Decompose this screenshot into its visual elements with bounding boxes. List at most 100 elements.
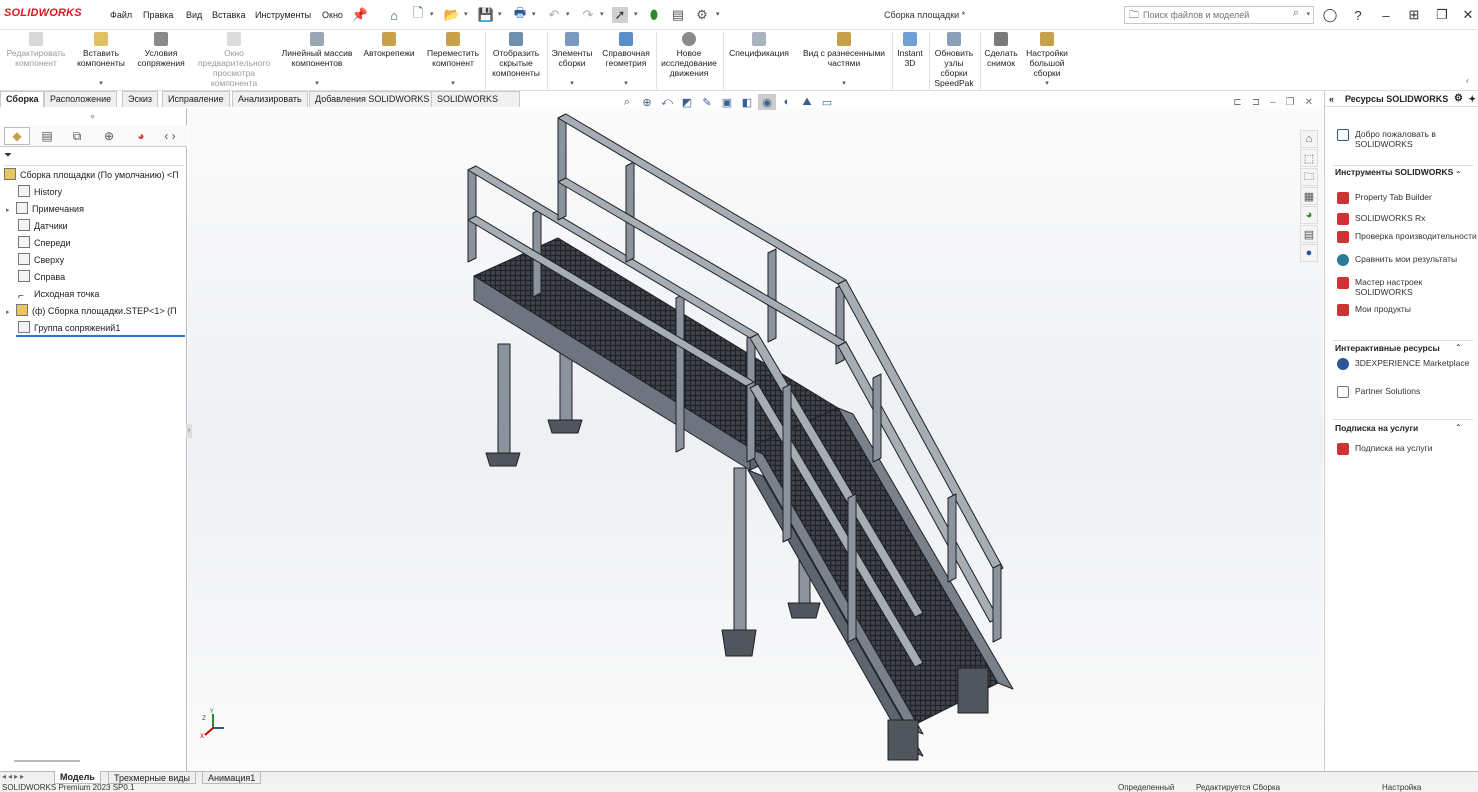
link-3dexperience-marketplace[interactable]: 3DEXPERIENCE Marketplace [1337, 358, 1477, 370]
insert-dropdown-icon[interactable]: ▾ [99, 79, 103, 87]
smart-fasteners-button[interactable]: Автокрепежи [358, 30, 420, 91]
search-icon[interactable]: ⌕ [1293, 7, 1299, 20]
reference-geometry-button[interactable]: Справочная геометрия ▾ [598, 30, 654, 91]
display-manager-tab-icon[interactable]: ◕ [128, 127, 154, 145]
display-style-icon[interactable]: ◧ [738, 94, 756, 110]
viewport-restore-icon[interactable]: ❐ [1286, 97, 1295, 108]
tree-item-origin[interactable]: ⌐ Исходная точка [16, 286, 99, 303]
custom-properties-icon[interactable]: ▤ [1300, 225, 1318, 243]
toolbar-window-icon[interactable]: ⊞ [1404, 6, 1424, 24]
dynamic-annotation-icon[interactable]: ✎ [698, 94, 716, 110]
tree-item-sensors[interactable]: Датчики [16, 218, 68, 235]
link-partner-solutions[interactable]: Partner Solutions [1337, 386, 1477, 398]
zoom-to-area-icon[interactable]: ⊕ [638, 94, 656, 110]
tree-filter[interactable]: ⏷ [4, 150, 184, 166]
large-assembly-settings-button[interactable]: Настройки большой сборки ▾ [1022, 30, 1072, 91]
view-orientation-icon[interactable]: ▣ [718, 94, 736, 110]
tool-compare-results[interactable]: Сравнить мои результаты [1337, 254, 1477, 266]
user-account-icon[interactable]: ◯ [1320, 6, 1340, 24]
minimize-icon[interactable]: – [1376, 6, 1396, 24]
tabs-scroll-icon[interactable]: ‹ › [158, 127, 182, 145]
component-preview-button[interactable]: Окно предварительного просмотра компонен… [192, 30, 276, 91]
graphics-area[interactable]: YZ X ⊏ ⊐ – ❐ ✕ [188, 97, 1323, 771]
tab-evaluate-fix[interactable]: Исправление [162, 91, 230, 107]
solidworks-logo[interactable]: SOLIDWORKS [4, 7, 82, 19]
viewport-split-right-icon[interactable]: ⊐ [1252, 97, 1260, 108]
exploded-dropdown-icon[interactable]: ▾ [842, 79, 846, 87]
tab-layout[interactable]: Расположение [44, 91, 118, 107]
home-icon[interactable]: ⌂ [386, 7, 402, 23]
ribbon-more-icon[interactable]: ‹ [1466, 76, 1469, 85]
tree-item-top-plane[interactable]: Сверху [16, 252, 64, 269]
search-box[interactable]: 🗀 ⌕ ▾ [1124, 6, 1314, 24]
tab-assembly[interactable]: Сборка [0, 91, 45, 107]
pane-pin-icon[interactable]: ✦ [1468, 91, 1476, 107]
file-properties-icon[interactable]: ▤ [670, 7, 686, 23]
show-hidden-components-button[interactable]: Отобразить скрытые компоненты [486, 30, 546, 91]
undo-dropdown-icon[interactable]: ▾ [566, 10, 570, 18]
exploded-view-button[interactable]: Вид с разнесенными частями ▾ [798, 30, 890, 91]
viewport-minimize-icon[interactable]: – [1270, 97, 1276, 108]
resources-home-icon[interactable]: ⌂ [1300, 130, 1318, 148]
open-icon[interactable]: 📂 [444, 7, 460, 23]
geometry-dropdown-icon[interactable]: ▾ [624, 79, 628, 87]
forum-icon[interactable]: ● [1300, 244, 1318, 262]
tree-item-mates[interactable]: Группа сопряжений1 [16, 320, 185, 337]
tab-analyze[interactable]: Анализировать [232, 91, 308, 107]
tab-cam[interactable]: SOLIDWORKS CAM [431, 91, 520, 119]
tab-scroll-arrows-icon[interactable]: ◂◂▸▸ [2, 772, 26, 781]
save-dropdown-icon[interactable]: ▾ [498, 10, 502, 18]
section-view-icon[interactable]: ◩ [678, 94, 696, 110]
pane-settings-icon[interactable]: ⚙ [1454, 91, 1463, 107]
help-icon[interactable]: ? [1348, 6, 1368, 24]
pane-collapse-handle[interactable]: › [186, 424, 192, 438]
previous-view-icon[interactable]: ⤺ [658, 94, 676, 110]
tree-root-assembly[interactable]: Сборка площадки (По умолчанию) <П [2, 167, 179, 184]
new-dropdown-icon[interactable]: ▾ [430, 10, 434, 18]
tool-property-tab-builder[interactable]: Property Tab Builder [1337, 192, 1477, 204]
close-icon[interactable]: ✕ [1458, 6, 1478, 24]
assembly-features-button[interactable]: Элементы сборки ▾ [548, 30, 596, 91]
viewport-close-icon[interactable]: ✕ [1305, 97, 1313, 108]
appearances-icon[interactable]: ◕ [1300, 206, 1318, 224]
expand-arrow-icon[interactable]: ▸ [6, 202, 14, 219]
restore-icon[interactable]: ❐ [1432, 6, 1452, 24]
traffic-light-icon[interactable]: ⬮ [646, 7, 662, 23]
search-input[interactable] [1143, 8, 1293, 22]
view-palette-icon[interactable]: ▦ [1300, 187, 1318, 205]
select-dropdown-icon[interactable]: ▾ [634, 10, 638, 18]
take-snapshot-button[interactable]: Сделать снимок [981, 30, 1021, 91]
tree-item-annotations[interactable]: ▸ Примечания [6, 201, 84, 218]
stair-platform-model[interactable] [188, 108, 1323, 771]
filter-icon[interactable]: ⏷ [4, 150, 12, 161]
edit-component-button[interactable]: Редактировать компонент [4, 30, 68, 91]
edit-appearance-icon[interactable]: ◐ [778, 94, 796, 110]
options-gear-icon[interactable]: ⚙ [694, 7, 710, 23]
menu-tools[interactable]: Инструменты [255, 10, 311, 20]
welcome-link[interactable]: Добро пожаловать в SOLIDWORKS [1337, 129, 1477, 149]
view-settings-icon[interactable]: ▭ [818, 94, 836, 110]
viewport-split-left-icon[interactable]: ⊏ [1233, 97, 1241, 108]
features-dropdown-icon[interactable]: ▾ [570, 79, 574, 87]
feature-tree-tab-icon[interactable]: ◆ [4, 127, 30, 145]
link-subscription[interactable]: Подписка на услуги [1337, 443, 1477, 455]
linear-pattern-button[interactable]: Линейный массив компонентов ▾ [278, 30, 356, 91]
pattern-dropdown-icon[interactable]: ▾ [315, 79, 319, 87]
tool-settings-wizard[interactable]: Мастер настроек SOLIDWORKS [1337, 277, 1477, 297]
design-library-icon[interactable]: ⬚ [1300, 149, 1318, 167]
print-icon[interactable]: 🖶 [512, 5, 528, 23]
apply-scene-icon[interactable]: ⛰ [798, 94, 816, 110]
hide-show-items-icon[interactable]: ◉ [758, 94, 776, 110]
menu-insert[interactable]: Вставка [212, 10, 245, 20]
dimxpert-tab-icon[interactable]: ⊕ [96, 127, 122, 145]
tool-my-products[interactable]: Мои продукты [1337, 304, 1477, 316]
print-dropdown-icon[interactable]: ▾ [532, 10, 536, 18]
zoom-to-fit-icon[interactable]: ⌕ [618, 94, 636, 110]
redo-icon[interactable]: ↷ [580, 7, 596, 23]
tree-item-subassembly[interactable]: ▸ (ф) Сборка площадки.STEP<1> (П [6, 303, 177, 320]
tree-item-history[interactable]: History [16, 184, 62, 201]
update-speedpak-button[interactable]: Обновить узлы сборки SpeedPak [930, 30, 978, 91]
pin-icon[interactable]: 📌 [352, 7, 368, 23]
tool-solidworks-rx[interactable]: SOLIDWORKS Rx [1337, 213, 1477, 225]
status-settings[interactable]: Настройка [1382, 784, 1421, 792]
